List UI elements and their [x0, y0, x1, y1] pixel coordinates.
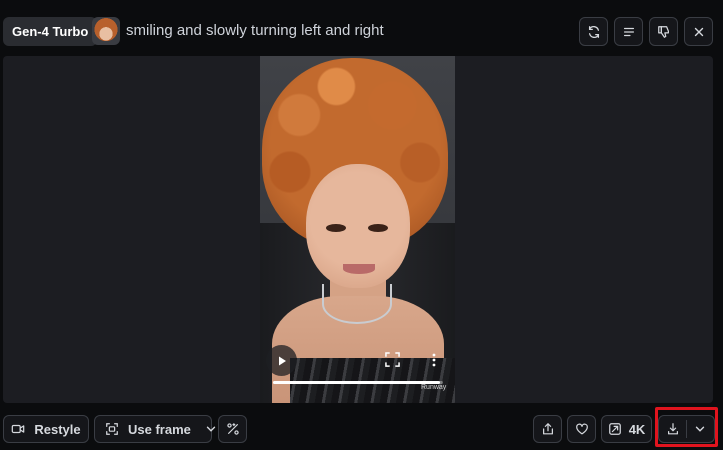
- details-lines-icon: [623, 27, 634, 36]
- close-icon: [694, 27, 703, 36]
- frame-eye-left: [326, 224, 346, 232]
- download-button[interactable]: [658, 415, 715, 443]
- upscale-4k-button[interactable]: 4K: [601, 415, 652, 443]
- play-icon: [278, 356, 286, 365]
- use-frame-label: Use frame: [128, 421, 191, 437]
- remove-background-button[interactable]: [218, 415, 247, 443]
- input-image-thumbnail[interactable]: [92, 17, 120, 45]
- upscale-label: 4K: [628, 421, 646, 437]
- restyle-label: Restyle: [34, 421, 81, 437]
- frame-capture-icon: [106, 423, 118, 435]
- magic-tool-icon: [226, 423, 239, 435]
- refresh-icon: [588, 25, 599, 38]
- thumbs-down-icon: [657, 25, 669, 38]
- restyle-button[interactable]: Restyle: [3, 415, 89, 443]
- download-icon[interactable]: [666, 422, 680, 436]
- close-button[interactable]: [684, 17, 713, 46]
- model-badge[interactable]: Gen-4 Turbo: [3, 17, 98, 46]
- fullscreen-icon[interactable]: [385, 352, 400, 367]
- prompt-text: smiling and slowly turning left and righ…: [126, 22, 384, 39]
- frame-eye-right: [368, 224, 388, 232]
- frame-mouth: [343, 264, 375, 274]
- heart-icon: [575, 423, 588, 435]
- chevron-down-icon[interactable]: [204, 422, 218, 436]
- more-options-icon[interactable]: [430, 352, 438, 368]
- share-icon: [542, 423, 553, 435]
- use-frame-button[interactable]: Use frame: [94, 415, 216, 443]
- play-button[interactable]: [266, 345, 297, 376]
- details-button[interactable]: [614, 17, 643, 46]
- share-button[interactable]: [533, 415, 562, 443]
- frame-necklace: [322, 284, 392, 324]
- dislike-button[interactable]: [649, 17, 678, 46]
- video-preview: Runway: [3, 56, 713, 403]
- download-divider: [686, 420, 687, 438]
- progress-bar[interactable]: [273, 381, 443, 384]
- header: Gen-4 Turbo smiling and slowly turning l…: [0, 0, 723, 58]
- video-camera-icon: [12, 424, 25, 434]
- favorite-button[interactable]: [567, 415, 596, 443]
- regenerate-button[interactable]: [579, 17, 608, 46]
- chevron-down-icon[interactable]: [693, 422, 707, 436]
- upscale-icon: [608, 423, 621, 435]
- progress-fill: [273, 381, 440, 384]
- watermark: Runway: [421, 384, 447, 391]
